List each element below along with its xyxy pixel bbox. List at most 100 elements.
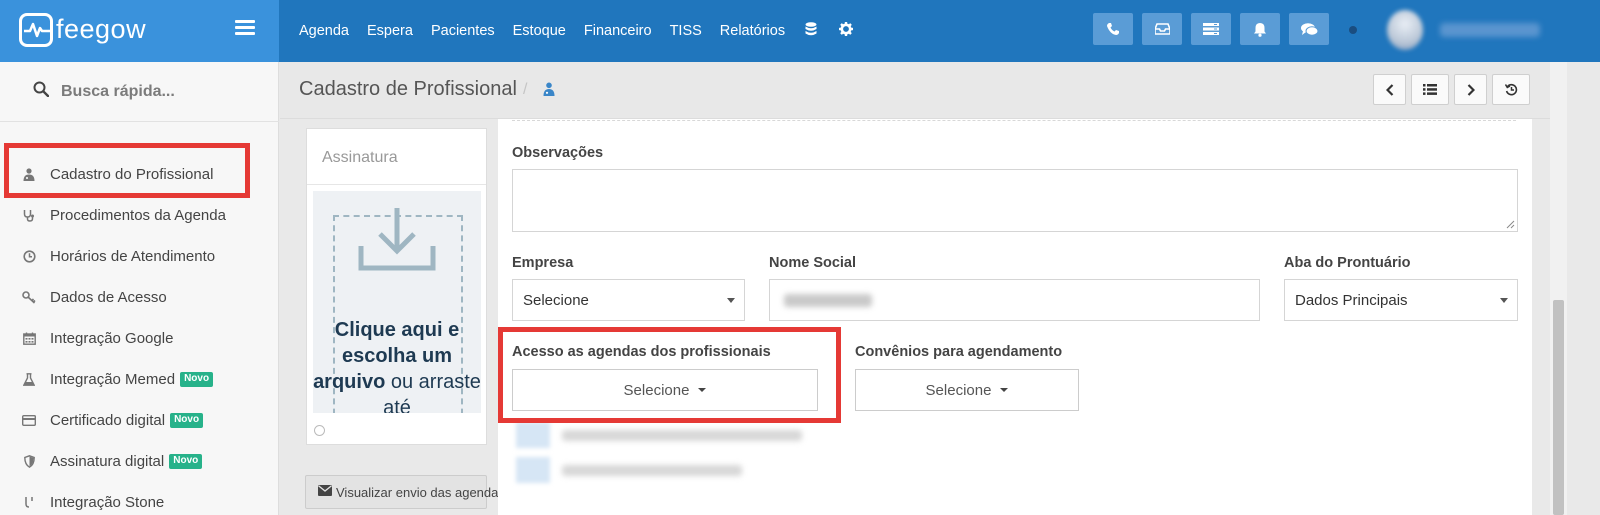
- chat-icon[interactable]: [1289, 13, 1329, 45]
- scrollbar[interactable]: [1550, 62, 1567, 515]
- acesso-agendas-label: Acesso as agendas dos profissionais: [512, 344, 771, 360]
- sidebar-item-dados-acesso[interactable]: Dados de Acesso: [0, 277, 279, 318]
- sidebar-item-label: Integração Memed: [50, 371, 176, 388]
- sidebar-item-label: Certificado digital: [50, 412, 166, 429]
- convenios-value: Selecione: [925, 381, 992, 399]
- scrollbar-thumb[interactable]: [1553, 300, 1564, 515]
- dropzone-text-rest: ou arraste até: [383, 371, 481, 413]
- acesso-agendas-value: Selecione: [623, 381, 690, 399]
- record-navigation: [1373, 74, 1535, 105]
- database-icon[interactable]: [805, 21, 817, 41]
- blurred-text: [562, 430, 802, 441]
- signature-checkbox[interactable]: [314, 425, 325, 436]
- sidebar-item-label: Dados de Acesso: [50, 289, 167, 306]
- nav-relatorios[interactable]: Relatórios: [720, 23, 785, 39]
- nav-agenda[interactable]: Agenda: [299, 23, 349, 39]
- aba-prontuario-label: Aba do Prontuário: [1284, 255, 1411, 271]
- caret-down-icon: [698, 388, 707, 392]
- envelope-icon: [318, 483, 332, 501]
- dropzone-text: Clique aqui e escolha um arquivo ou arra…: [313, 317, 481, 413]
- brand-area: feegow: [0, 0, 279, 62]
- view-schedule-sending-button[interactable]: Visualizar envio das agendas: [305, 475, 505, 509]
- top-bar: feegow Agenda Espera Pacientes Estoque F…: [0, 0, 1600, 62]
- gear-icon[interactable]: [839, 22, 854, 40]
- nome-social-value-blurred: [784, 294, 872, 307]
- sidebar-menu: Cadastro do Profissional Procedimentos d…: [0, 154, 279, 515]
- history-button[interactable]: [1492, 74, 1530, 105]
- divider: [307, 184, 486, 185]
- resize-handle-icon[interactable]: [1506, 220, 1515, 229]
- blurred-checkbox: [516, 422, 550, 448]
- sidebar-item-label: Integração Stone: [50, 494, 165, 511]
- next-record-button[interactable]: [1454, 74, 1487, 105]
- signature-dropzone[interactable]: Clique aqui e escolha um arquivo ou arra…: [313, 191, 481, 413]
- sidebar-item-horarios-atendimento[interactable]: Horários de Atendimento: [0, 236, 279, 277]
- search-icon: [33, 81, 50, 102]
- nav-espera[interactable]: Espera: [367, 23, 413, 39]
- breadcrumb-separator: /: [523, 81, 528, 98]
- shield-icon: [22, 455, 36, 469]
- aba-prontuario-select-value: Dados Principais: [1295, 291, 1408, 309]
- empresa-select-value: Selecione: [523, 291, 589, 309]
- sidebar-item-label: Cadastro do Profissional: [50, 166, 214, 183]
- blurred-text: [562, 465, 742, 476]
- empresa-select[interactable]: Selecione: [512, 279, 745, 321]
- phone-icon[interactable]: [1093, 13, 1133, 45]
- signature-title: Assinatura: [322, 149, 398, 166]
- sidebar-item-integracao-stone[interactable]: Integração Stone: [0, 482, 279, 515]
- new-badge: Novo: [180, 372, 214, 387]
- clock-icon: [22, 250, 36, 264]
- nav-tiss[interactable]: TISS: [670, 23, 702, 39]
- main-nav: Agenda Espera Pacientes Estoque Financei…: [290, 0, 864, 62]
- menu-toggle-icon[interactable]: [235, 20, 255, 38]
- quick-search-label: Busca rápida...: [61, 82, 175, 100]
- sidebar-item-label: Assinatura digital: [50, 453, 165, 470]
- logo-text[interactable]: feegow: [56, 14, 146, 45]
- observacoes-label: Observações: [512, 145, 604, 161]
- calendar-icon: [22, 332, 36, 346]
- nav-financeiro[interactable]: Financeiro: [584, 23, 652, 39]
- caret-down-icon: [1000, 388, 1009, 392]
- nav-pacientes[interactable]: Pacientes: [431, 23, 495, 39]
- sidebar-item-procedimentos-agenda[interactable]: Procedimentos da Agenda: [0, 195, 279, 236]
- top-actions: [1093, 13, 1338, 45]
- doctor-icon: [22, 168, 36, 182]
- aba-prontuario-select[interactable]: Dados Principais: [1284, 279, 1518, 321]
- page-title: Cadastro de Profissional: [299, 78, 517, 100]
- nav-estoque[interactable]: Estoque: [513, 23, 566, 39]
- convenios-multiselect[interactable]: Selecione: [855, 369, 1079, 411]
- user-name-blurred[interactable]: [1440, 23, 1540, 37]
- sidebar: Busca rápida... Cadastro do Profissional…: [0, 62, 279, 515]
- sidebar-item-integracao-memed[interactable]: Integração Memed Novo: [0, 359, 279, 400]
- divider: [512, 120, 1516, 121]
- heartbeat-logo-icon[interactable]: [19, 13, 53, 47]
- page-header: Cadastro de Profissional /: [280, 62, 1550, 119]
- observacoes-textarea[interactable]: [512, 169, 1518, 232]
- sidebar-item-certificado-digital[interactable]: Certificado digital Novo: [0, 400, 279, 441]
- sidebar-item-label: Procedimentos da Agenda: [50, 207, 226, 224]
- list-card-icon[interactable]: [1191, 13, 1231, 45]
- stone-icon: [22, 496, 36, 510]
- credit-card-icon: [22, 414, 36, 428]
- bell-icon[interactable]: [1240, 13, 1280, 45]
- previous-record-button[interactable]: [1373, 74, 1406, 105]
- sidebar-item-label: Horários de Atendimento: [50, 248, 216, 265]
- nome-social-input[interactable]: [769, 279, 1260, 321]
- list-records-button[interactable]: [1411, 74, 1449, 105]
- sidebar-item-assinatura-digital[interactable]: Assinatura digital Novo: [0, 441, 279, 482]
- empresa-label: Empresa: [512, 255, 574, 271]
- sidebar-item-cadastro-profissional[interactable]: Cadastro do Profissional: [0, 154, 279, 195]
- doctor-icon: [543, 82, 555, 101]
- avatar[interactable]: [1387, 10, 1423, 50]
- acesso-agendas-multiselect[interactable]: Selecione: [512, 369, 818, 411]
- download-icon: [358, 206, 436, 277]
- online-status-dot: [1349, 26, 1357, 34]
- sidebar-item-integracao-google[interactable]: Integração Google: [0, 318, 279, 359]
- signature-panel: Assinatura Clique aqui e escolha um arqu…: [306, 128, 487, 445]
- chevron-down-icon: [1500, 298, 1508, 303]
- quick-search[interactable]: Busca rápida...: [0, 62, 279, 122]
- convenios-label: Convênios para agendamento: [855, 344, 1063, 360]
- key-icon: [22, 291, 36, 305]
- inbox-icon[interactable]: [1142, 13, 1182, 45]
- blurred-checkbox: [516, 457, 550, 483]
